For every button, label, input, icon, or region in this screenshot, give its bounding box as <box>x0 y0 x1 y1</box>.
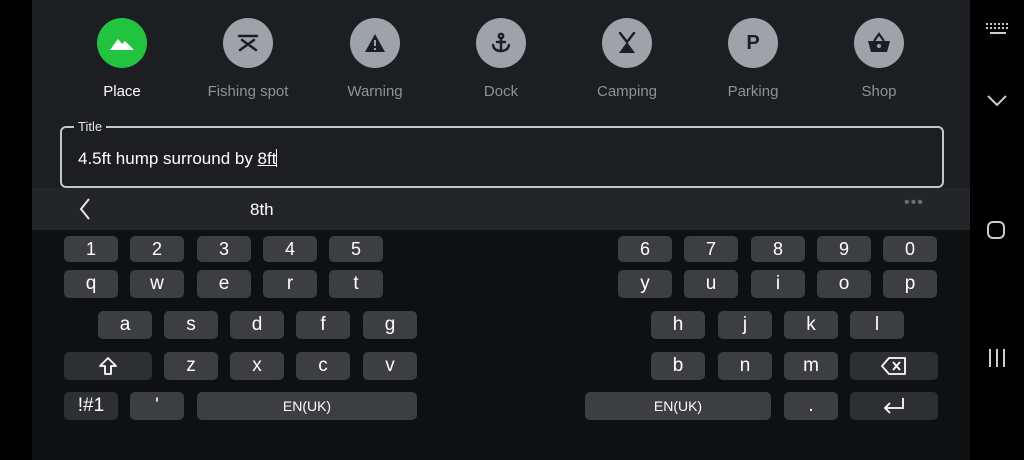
key-8[interactable]: 8 <box>751 236 805 262</box>
key-i[interactable]: i <box>751 270 805 298</box>
category-fishing-spot[interactable]: Fishing spot <box>188 18 308 100</box>
key-9[interactable]: 9 <box>817 236 871 262</box>
category-label: Place <box>103 83 141 100</box>
category-parking[interactable]: P Parking <box>693 18 813 100</box>
enter-icon <box>883 398 904 414</box>
key-3[interactable]: 3 <box>197 236 251 262</box>
key-e[interactable]: e <box>197 270 251 298</box>
key-g[interactable]: g <box>363 311 417 339</box>
category-camping[interactable]: Camping <box>567 18 687 100</box>
title-text: 4.5ft hump surround by <box>78 149 258 168</box>
key-k[interactable]: k <box>784 311 838 339</box>
key-p[interactable]: p <box>883 270 937 298</box>
key-h[interactable]: h <box>651 311 705 339</box>
key-n[interactable]: n <box>718 352 772 380</box>
tent-icon <box>602 18 652 68</box>
shift-key[interactable] <box>64 352 152 380</box>
title-field[interactable]: Title 4.5ft hump surround by 8ft <box>60 119 944 188</box>
key-a[interactable]: a <box>98 311 152 339</box>
symbols-key[interactable]: !#1 <box>64 392 118 420</box>
chevron-left-icon[interactable] <box>78 197 92 226</box>
recents-icon[interactable] <box>987 348 1007 368</box>
suggestion-bar: 8th ••• <box>32 188 970 230</box>
home-icon[interactable] <box>986 219 1006 241</box>
key-s[interactable]: s <box>164 311 218 339</box>
category-label: Parking <box>727 83 779 100</box>
shift-icon <box>99 357 117 375</box>
key-m[interactable]: m <box>784 352 838 380</box>
key-5[interactable]: 5 <box>329 236 383 262</box>
key-z[interactable]: z <box>164 352 218 380</box>
fishing-icon <box>223 18 273 68</box>
period-key[interactable]: . <box>784 392 838 420</box>
key-o[interactable]: o <box>817 270 871 298</box>
backspace-key[interactable] <box>850 352 938 380</box>
key-j[interactable]: j <box>718 311 772 339</box>
basket-icon <box>854 18 904 68</box>
keyboard: 8th ••• 1 2 3 4 5 6 7 8 9 0 q w e r t y … <box>32 188 970 460</box>
mountain-icon <box>97 18 147 68</box>
key-l[interactable]: l <box>850 311 904 339</box>
suggestion-word[interactable]: 8th <box>250 200 274 220</box>
category-shop[interactable]: Shop <box>819 18 939 100</box>
category-label: Camping <box>596 83 658 100</box>
key-r[interactable]: r <box>263 270 317 298</box>
category-dock[interactable]: Dock <box>441 18 561 100</box>
backspace-icon <box>881 357 906 375</box>
key-b[interactable]: b <box>651 352 705 380</box>
parking-glyph: P <box>746 31 760 54</box>
key-w[interactable]: w <box>130 270 184 298</box>
key-6[interactable]: 6 <box>618 236 672 262</box>
key-t[interactable]: t <box>329 270 383 298</box>
parking-icon: P <box>728 18 778 68</box>
key-7[interactable]: 7 <box>684 236 738 262</box>
warning-icon <box>350 18 400 68</box>
system-nav-bar <box>970 0 1024 460</box>
apostrophe-key[interactable]: ' <box>130 392 184 420</box>
enter-key[interactable] <box>850 392 938 420</box>
space-bar-left[interactable]: EN(UK) <box>197 392 417 420</box>
chevron-down-icon[interactable] <box>986 92 1008 108</box>
key-1[interactable]: 1 <box>64 236 118 262</box>
category-label: Warning <box>347 83 403 100</box>
app-panel: Place Fishing spot Warning Dock Camping … <box>32 0 970 460</box>
key-u[interactable]: u <box>684 270 738 298</box>
key-2[interactable]: 2 <box>130 236 184 262</box>
title-field-label: Title <box>74 119 107 134</box>
key-v[interactable]: v <box>363 352 417 380</box>
category-label: Dock <box>483 83 519 100</box>
category-label: Fishing spot <box>207 83 289 100</box>
key-c[interactable]: c <box>296 352 350 380</box>
key-x[interactable]: x <box>230 352 284 380</box>
keyboard-switch-icon[interactable] <box>985 22 1011 36</box>
key-d[interactable]: d <box>230 311 284 339</box>
key-y[interactable]: y <box>618 270 672 298</box>
key-4[interactable]: 4 <box>263 236 317 262</box>
space-bar-right[interactable]: EN(UK) <box>585 392 771 420</box>
more-options-icon[interactable]: ••• <box>904 194 924 212</box>
title-input-value[interactable]: 4.5ft hump surround by 8ft <box>78 149 278 169</box>
key-q[interactable]: q <box>64 270 118 298</box>
category-place[interactable]: Place <box>62 18 182 100</box>
key-f[interactable]: f <box>296 311 350 339</box>
key-0[interactable]: 0 <box>883 236 937 262</box>
anchor-icon <box>476 18 526 68</box>
category-warning[interactable]: Warning <box>315 18 435 100</box>
composing-word: 8ft <box>257 149 277 168</box>
category-label: Shop <box>861 83 897 100</box>
text-caret <box>276 149 278 167</box>
